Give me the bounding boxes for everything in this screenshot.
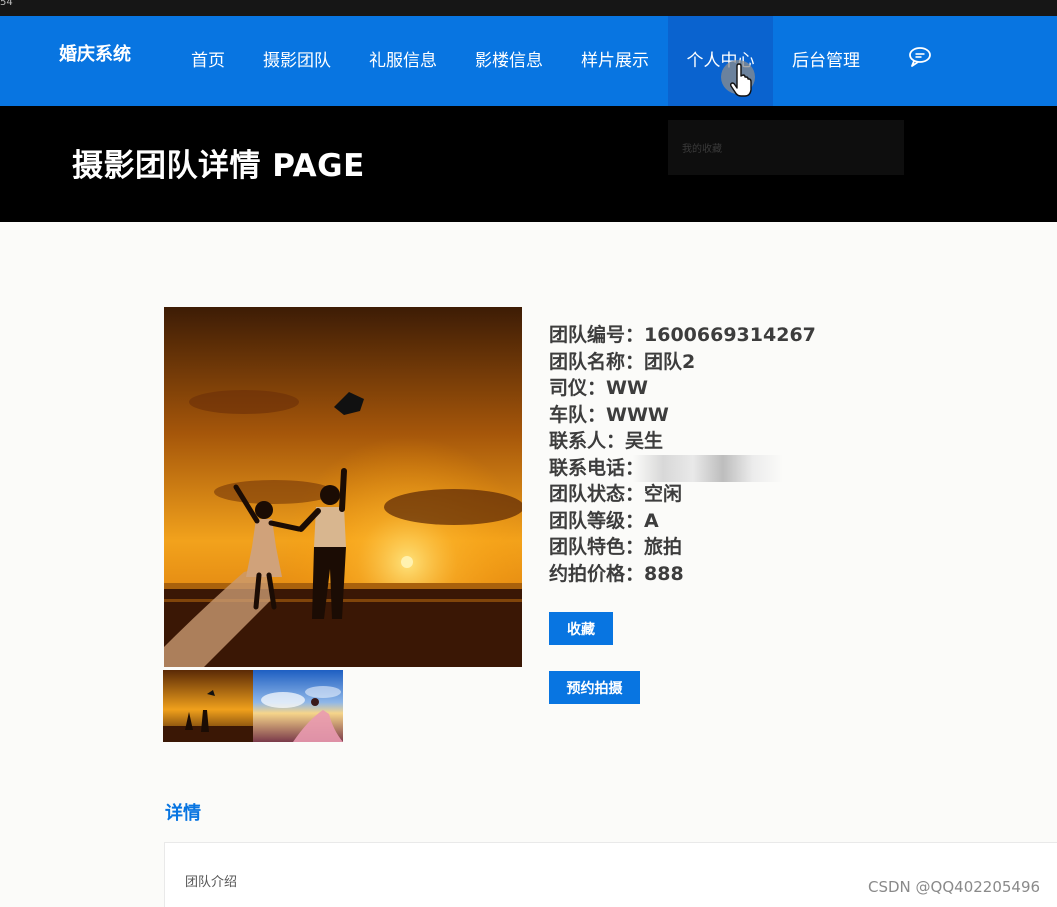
team-status-value: 空闲 (644, 483, 683, 505)
dropdown-item-my-favorites[interactable]: 我的收藏 (682, 140, 722, 155)
team-feature-label: 团队特色： (549, 536, 645, 558)
team-status-label: 团队状态： (549, 483, 645, 505)
nav-item-samples[interactable]: 样片展示 (581, 16, 649, 106)
personal-center-dropdown: 我的收藏 (668, 120, 904, 175)
contact-value: 吴生 (625, 430, 664, 452)
team-id-row: 团队编号：1600669314267 (549, 322, 816, 349)
nav-item-dress-info[interactable]: 礼服信息 (369, 16, 437, 106)
host-label: 司仪： (549, 377, 607, 399)
book-shooting-button[interactable]: 预约拍摄 (549, 671, 640, 704)
team-id-label: 团队编号： (549, 324, 645, 346)
brand-logo[interactable]: 婚庆系统 (59, 40, 131, 66)
team-feature-row: 团队特色：旅拍 (549, 534, 816, 561)
hand-cursor-icon (721, 60, 755, 97)
phone-blur-mask (633, 455, 783, 482)
team-name-row: 团队名称：团队2 (549, 349, 816, 376)
top-window-strip: 54 (0, 0, 1057, 16)
favorite-button[interactable]: 收藏 (549, 612, 613, 645)
nav-item-photo-teams[interactable]: 摄影团队 (263, 16, 331, 106)
thumbnail-wedding-image (253, 670, 343, 742)
team-name-label: 团队名称： (549, 350, 645, 373)
nav-item-admin[interactable]: 后台管理 (792, 16, 860, 106)
sunset-couple-image (164, 307, 522, 667)
motorcade-row: 车队：WWW (549, 402, 816, 429)
team-id-value: 1600669314267 (644, 324, 816, 346)
team-main-photo (164, 307, 522, 667)
contact-label: 联系人： (549, 430, 626, 452)
top-strip-text: 54 (0, 0, 13, 8)
detail-panel: 团队介绍 (164, 842, 1057, 907)
navbar: 婚庆系统 首页 摄影团队 礼服信息 影楼信息 样片展示 个人中心 后台管理 (0, 16, 1057, 106)
team-level-value: A (644, 509, 659, 532)
price-row: 约拍价格：888 (549, 561, 816, 588)
detail-section-title: 详情 (165, 803, 201, 824)
team-feature-value: 旅拍 (644, 536, 683, 558)
team-level-row: 团队等级：A (549, 508, 816, 535)
motorcade-value: WWW (606, 403, 669, 426)
host-row: 司仪：WW (549, 375, 816, 402)
phone-label: 联系电话： (549, 456, 645, 479)
team-intro-label: 团队介绍 (185, 875, 238, 890)
team-level-label: 团队等级： (549, 509, 645, 532)
nav-item-home[interactable]: 首页 (191, 16, 225, 106)
team-name-value: 团队2 (644, 350, 696, 373)
price-value: 888 (644, 562, 684, 585)
nav-item-studio-info[interactable]: 影楼信息 (475, 16, 543, 106)
thumbnail-1[interactable] (163, 670, 253, 742)
contact-row: 联系人：吴生 (549, 428, 816, 455)
motorcade-label: 车队： (549, 403, 607, 426)
thumbnail-2[interactable] (253, 670, 343, 742)
chat-bubble-icon[interactable] (907, 46, 933, 68)
team-status-row: 团队状态：空闲 (549, 481, 816, 508)
thumbnail-sunset-image (163, 670, 253, 742)
price-label: 约拍价格： (549, 562, 645, 585)
host-value: WW (606, 377, 648, 399)
csdn-watermark: CSDN @QQ402205496 (868, 878, 1041, 896)
page-title: 摄影团队详情 PAGE (72, 148, 365, 184)
